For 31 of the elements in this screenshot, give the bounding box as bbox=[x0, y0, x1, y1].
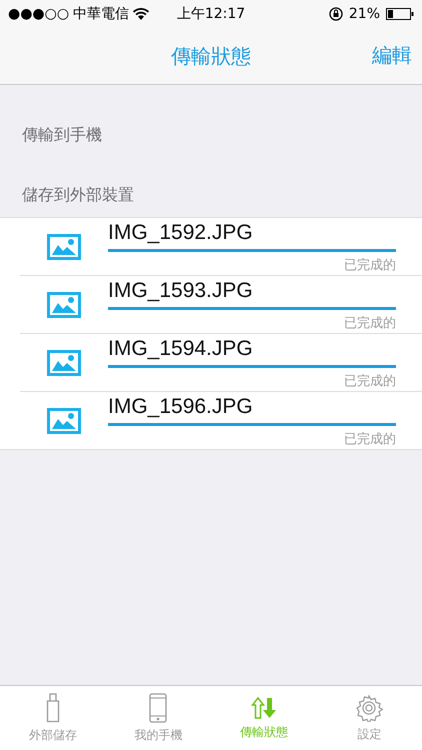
file-name: IMG_1593.JPG bbox=[108, 278, 254, 302]
usb-drive-icon bbox=[46, 692, 60, 722]
signal-strength: ●●●○○ bbox=[8, 6, 70, 22]
section-header: 儲存到外部裝置 bbox=[22, 185, 134, 204]
file-name: IMG_1596.JPG bbox=[108, 394, 254, 418]
phone-icon bbox=[149, 692, 168, 722]
battery-icon bbox=[386, 8, 414, 20]
image-icon bbox=[47, 234, 81, 260]
tab[interactable]: 傳輸狀態 bbox=[211, 686, 316, 750]
transfer-status: 已完成的 bbox=[344, 430, 396, 448]
transfer-arrows-icon bbox=[250, 696, 277, 720]
tab[interactable]: 外部儲存 bbox=[0, 686, 106, 750]
rotation-lock-icon bbox=[328, 7, 343, 21]
transfer-status: 已完成的 bbox=[344, 372, 396, 390]
transfer-status: 已完成的 bbox=[344, 256, 396, 274]
battery-percent: 21% bbox=[348, 6, 380, 22]
tab[interactable]: 我的手機 bbox=[106, 686, 211, 750]
file-name: IMG_1592.JPG bbox=[108, 220, 254, 244]
wifi-icon bbox=[133, 8, 150, 20]
clock-time: 上午12:17 bbox=[176, 5, 246, 23]
carrier-name: 中華電信 bbox=[73, 5, 130, 23]
screen-title: 傳輸狀態 bbox=[171, 42, 251, 70]
tab[interactable]: 設定 bbox=[316, 686, 422, 750]
transfer-status: 已完成的 bbox=[344, 314, 396, 332]
image-icon bbox=[47, 350, 81, 376]
image-icon bbox=[47, 292, 81, 318]
edit-button[interactable]: 編輯 bbox=[372, 42, 412, 69]
settings-icon bbox=[355, 694, 384, 722]
image-icon bbox=[47, 408, 81, 434]
section-header: 傳輸到手機 bbox=[22, 125, 102, 144]
file-name: IMG_1594.JPG bbox=[108, 336, 254, 360]
